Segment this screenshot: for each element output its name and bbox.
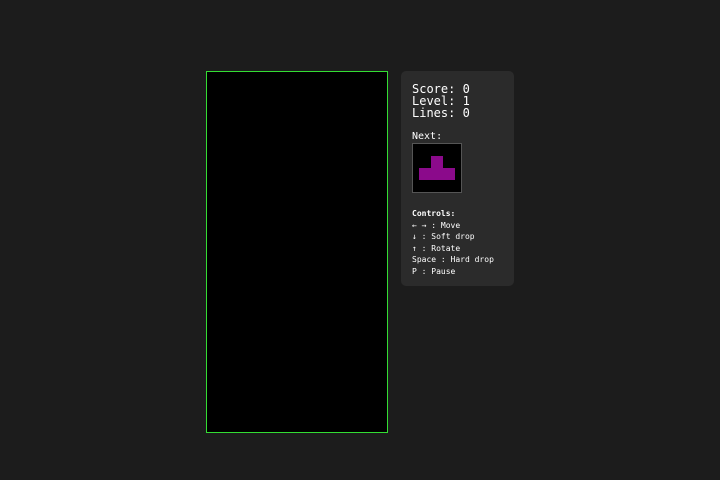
info-panel: Score: 0 Level: 1 Lines: 0 Next: Control…	[401, 71, 514, 286]
next-piece-block	[419, 168, 431, 180]
game-board[interactable]	[206, 71, 388, 433]
control-move: ← → : Move	[412, 220, 461, 230]
controls-title: Controls:	[412, 209, 456, 218]
control-soft-drop: ↓ : Soft drop	[412, 232, 475, 241]
control-pause: P : Pause	[412, 266, 456, 276]
next-piece-preview	[412, 143, 462, 193]
next-piece-label: Next:	[412, 131, 443, 142]
controls-help: Controls: ← → : Move ↓ : Soft drop ↑ : R…	[412, 208, 514, 277]
next-piece-block	[431, 168, 443, 180]
next-piece-block	[431, 156, 443, 168]
control-rotate: ↑ : Rotate	[412, 243, 461, 253]
control-hard-drop: Space : Hard drop	[412, 255, 494, 264]
next-piece-block	[443, 168, 455, 180]
lines-display: Lines: 0	[412, 106, 470, 120]
